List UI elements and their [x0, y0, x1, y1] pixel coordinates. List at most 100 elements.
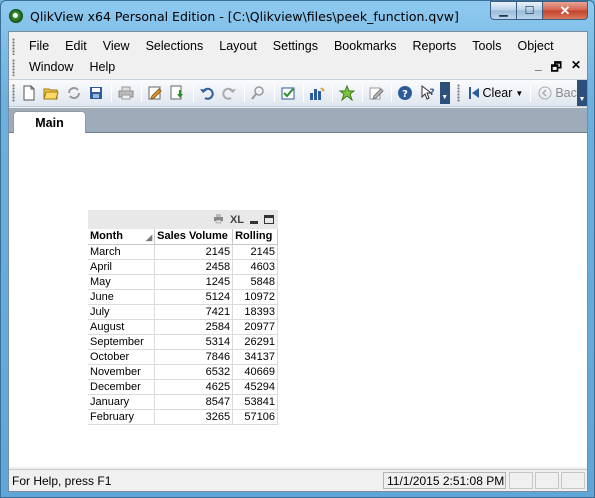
redo-icon[interactable]: [219, 82, 239, 104]
menu-help[interactable]: Help: [81, 57, 123, 78]
table-row[interactable]: February 3265 57106: [88, 409, 278, 425]
cell-rolling[interactable]: 5848: [232, 274, 278, 290]
cell-rolling[interactable]: 53841: [232, 394, 278, 410]
table-row[interactable]: April 2458 4603: [88, 259, 278, 275]
doc-close-button[interactable]: ✕: [571, 58, 581, 79]
cell-month[interactable]: July: [88, 304, 156, 320]
cell-sales-volume[interactable]: 5124: [154, 289, 234, 305]
cell-rolling[interactable]: 45294: [232, 379, 278, 395]
cell-rolling[interactable]: 26291: [232, 334, 278, 350]
cell-rolling[interactable]: 18393: [232, 304, 278, 320]
cell-month[interactable]: August: [88, 319, 156, 335]
cell-month[interactable]: May: [88, 274, 156, 290]
cell-sales-volume[interactable]: 2458: [154, 259, 234, 275]
menu-edit[interactable]: Edit: [57, 36, 95, 57]
help-icon[interactable]: ?: [395, 82, 415, 104]
toolbar-overflow-dropdown[interactable]: ▼: [439, 82, 450, 104]
cell-month[interactable]: January: [88, 394, 156, 410]
menu-window[interactable]: Window: [21, 57, 81, 78]
chevron-down-icon[interactable]: ▼: [515, 89, 523, 98]
print-icon[interactable]: [213, 213, 224, 227]
table-row[interactable]: November 6532 40669: [88, 364, 278, 380]
menu-tools[interactable]: Tools: [464, 36, 509, 57]
maximize-button[interactable]: ☐: [517, 1, 543, 20]
qlikview-app-icon[interactable]: [9, 9, 23, 23]
reload-icon[interactable]: [64, 82, 84, 104]
menu-reports[interactable]: Reports: [405, 36, 465, 57]
toolbar-grip[interactable]: [12, 84, 15, 102]
cell-rolling[interactable]: 40669: [232, 364, 278, 380]
close-button[interactable]: ✕: [543, 1, 588, 20]
column-header-sales-volume[interactable]: Sales Volume: [154, 229, 234, 245]
cell-month[interactable]: September: [88, 334, 156, 350]
menu-grip-2[interactable]: [12, 59, 15, 76]
doc-restore-button[interactable]: 🗗: [551, 58, 562, 79]
menu-view[interactable]: View: [95, 36, 138, 57]
current-selections-icon[interactable]: [278, 82, 298, 104]
table-box[interactable]: XL Month ◢ Sales Volume Rolling March 2145…: [88, 210, 278, 425]
cell-month[interactable]: February: [88, 409, 156, 425]
cell-month[interactable]: June: [88, 289, 156, 305]
cell-sales-volume[interactable]: 1245: [154, 274, 234, 290]
table-row[interactable]: March 2145 2145: [88, 244, 278, 260]
table-row[interactable]: October 7846 34137: [88, 349, 278, 365]
edit-icon[interactable]: [366, 82, 386, 104]
cell-sales-volume[interactable]: 8547: [154, 394, 234, 410]
column-header-month[interactable]: Month ◢: [88, 229, 156, 245]
cell-month[interactable]: October: [88, 349, 156, 365]
cell-sales-volume[interactable]: 4625: [154, 379, 234, 395]
cell-sales-volume[interactable]: 2584: [154, 319, 234, 335]
cell-month[interactable]: April: [88, 259, 156, 275]
menu-layout[interactable]: Layout: [211, 36, 265, 57]
menu-object[interactable]: Object: [509, 36, 561, 57]
cell-sales-volume[interactable]: 7421: [154, 304, 234, 320]
minimize-button[interactable]: ▁: [490, 1, 517, 20]
save-icon[interactable]: [86, 82, 106, 104]
cell-month[interactable]: March: [88, 244, 156, 260]
print-icon[interactable]: [115, 82, 135, 104]
cell-rolling[interactable]: 10972: [232, 289, 278, 305]
cell-sales-volume[interactable]: 3265: [154, 409, 234, 425]
cell-month[interactable]: December: [88, 379, 156, 395]
cell-rolling[interactable]: 57106: [232, 409, 278, 425]
reload-data-icon[interactable]: [167, 82, 187, 104]
cell-rolling[interactable]: 2145: [232, 244, 278, 260]
table-row[interactable]: December 4625 45294: [88, 379, 278, 395]
cell-sales-volume[interactable]: 2145: [154, 244, 234, 260]
toolbar-overflow-dropdown-2[interactable]: ▼: [577, 80, 587, 106]
cell-rolling[interactable]: 4603: [232, 259, 278, 275]
xl-export-icon[interactable]: XL: [230, 214, 244, 226]
cell-sales-volume[interactable]: 5314: [154, 334, 234, 350]
toolbar-grip-2[interactable]: [456, 84, 460, 102]
table-row[interactable]: July 7421 18393: [88, 304, 278, 320]
table-box-caption[interactable]: XL: [88, 210, 278, 229]
table-row[interactable]: May 1245 5848: [88, 274, 278, 290]
search-icon[interactable]: [248, 82, 268, 104]
cell-rolling[interactable]: 20977: [232, 319, 278, 335]
cell-month[interactable]: November: [88, 364, 156, 380]
table-row[interactable]: June 5124 10972: [88, 289, 278, 305]
bookmark-star-icon[interactable]: [336, 82, 356, 104]
menu-settings[interactable]: Settings: [265, 36, 326, 57]
whats-this-icon[interactable]: ?: [418, 82, 438, 104]
table-row[interactable]: August 2584 20977: [88, 319, 278, 335]
table-row[interactable]: January 8547 53841: [88, 394, 278, 410]
maximize-icon[interactable]: [264, 215, 274, 224]
undo-icon[interactable]: [197, 82, 217, 104]
menu-bookmarks[interactable]: Bookmarks: [326, 36, 405, 57]
clear-button[interactable]: Clear ▼: [464, 82, 528, 104]
column-header-rolling[interactable]: Rolling: [232, 229, 278, 245]
cell-rolling[interactable]: 34137: [232, 349, 278, 365]
title-bar[interactable]: QlikView x64 Personal Edition - [C:\Qlik…: [1, 1, 594, 31]
table-row[interactable]: September 5314 26291: [88, 334, 278, 350]
new-document-icon[interactable]: [19, 82, 39, 104]
cell-sales-volume[interactable]: 6532: [154, 364, 234, 380]
menu-selections[interactable]: Selections: [138, 36, 212, 57]
menu-grip[interactable]: [12, 38, 15, 55]
tab-main[interactable]: Main: [13, 111, 86, 134]
doc-minimize-button[interactable]: _: [535, 58, 542, 79]
minimize-icon[interactable]: [250, 220, 258, 224]
menu-file[interactable]: File: [21, 36, 57, 57]
chart-properties-icon[interactable]: [307, 82, 327, 104]
cell-sales-volume[interactable]: 7846: [154, 349, 234, 365]
